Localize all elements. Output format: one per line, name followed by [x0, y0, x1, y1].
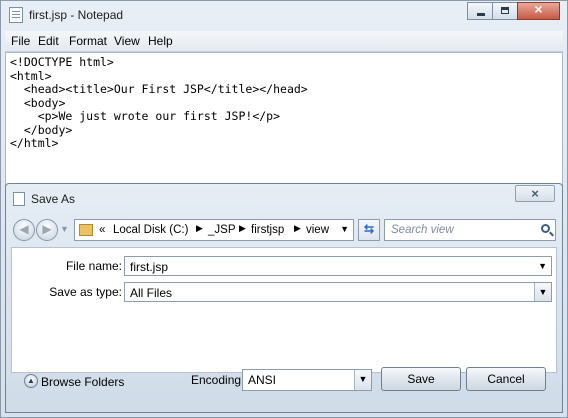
dialog-file-icon [13, 192, 25, 206]
chevron-down-icon[interactable]: ▼ [340, 224, 349, 234]
browse-folders-toggle[interactable]: ▲ [24, 374, 38, 388]
menu-edit[interactable]: Edit [38, 34, 59, 48]
caption-buttons: × [467, 1, 560, 20]
maximize-icon[interactable] [492, 2, 518, 20]
save-as-type-dropdown-button[interactable]: ▼ [534, 283, 551, 301]
menu-help[interactable]: Help [148, 34, 173, 48]
notepad-title: first.jsp - Notepad [29, 8, 124, 22]
save-as-dialog: Save As × ◀ ▶ ▼ « Local Disk (C:) ▶ _JSP… [5, 183, 563, 413]
minimize-icon[interactable] [467, 2, 493, 20]
close-icon: × [531, 186, 539, 201]
forward-arrow-icon: ▶ [42, 222, 52, 236]
search-icon[interactable] [541, 224, 550, 233]
refresh-button[interactable]: ⇆ [358, 219, 380, 241]
menu-view[interactable]: View [114, 34, 140, 48]
folder-icon [79, 224, 93, 236]
dialog-title: Save As [31, 192, 76, 206]
editor-line: <!DOCTYPE html> [10, 55, 114, 69]
back-button[interactable]: ◀ [13, 219, 35, 241]
forward-button[interactable]: ▶ [36, 219, 58, 241]
editor-line: <body> [10, 96, 66, 110]
crumb-local-disk[interactable]: Local Disk (C:) [113, 224, 188, 236]
encoding-value: ANSI [248, 373, 277, 387]
file-name-value: first.jsp [130, 260, 169, 274]
encoding-dropdown-button[interactable]: ▼ [354, 370, 371, 390]
recent-pages-dropdown-icon[interactable]: ▼ [60, 224, 69, 234]
search-box[interactable]: Search view [384, 219, 556, 241]
menu-format[interactable]: Format [69, 34, 107, 48]
save-button[interactable]: Save [381, 367, 461, 391]
refresh-icon: ⇆ [363, 222, 375, 236]
close-button[interactable]: × [517, 1, 560, 20]
chevron-right-icon[interactable]: ▶ [239, 223, 246, 234]
crumb-view[interactable]: view [306, 224, 329, 236]
back-arrow-icon: ◀ [19, 222, 29, 236]
editor-line: <html> [10, 69, 52, 83]
save-as-type-select[interactable]: All Files ▼ [124, 282, 552, 302]
notepad-icon [9, 7, 23, 23]
notepad-titlebar[interactable]: first.jsp - Notepad × [1, 1, 567, 31]
text-editor[interactable]: <!DOCTYPE html> <html> <head><title>Our … [5, 52, 563, 192]
chevron-right-icon[interactable]: ▶ [196, 223, 203, 234]
save-as-type-value: All Files [130, 286, 173, 300]
chevron-down-icon[interactable]: ▼ [538, 261, 547, 271]
chevron-right-icon[interactable]: ▶ [294, 223, 301, 234]
save-as-type-label: Save as type: [49, 285, 122, 299]
encoding-select[interactable]: ANSI ▼ [242, 369, 372, 391]
browse-folders-label[interactable]: Browse Folders [41, 375, 124, 389]
editor-line: </body> [10, 123, 73, 137]
chevron-up-icon: ▲ [27, 376, 35, 385]
editor-line: </html> [10, 136, 59, 150]
encoding-label: Encoding: [191, 373, 245, 387]
menu-file[interactable]: File [11, 34, 30, 48]
close-icon: × [534, 1, 543, 17]
search-input[interactable]: Search view [391, 224, 454, 236]
chevron-down-icon: ▼ [358, 374, 368, 384]
file-name-field[interactable]: first.jsp ▼ [124, 256, 552, 276]
file-name-label: File name: [65, 259, 122, 273]
form-area: File name: first.jsp ▼ Save as type: All… [11, 247, 557, 373]
cancel-button[interactable]: Cancel [466, 367, 546, 391]
address-bar[interactable]: « Local Disk (C:) ▶ _JSP ▶ firstjsp ▶ vi… [74, 219, 354, 241]
menu-bar: File Edit Format View Help [5, 31, 563, 52]
dialog-close-button[interactable]: × [515, 185, 555, 202]
editor-line: <head><title>Our First JSP</title></head… [10, 82, 308, 96]
crumb-jsp[interactable]: _JSP [208, 224, 236, 236]
address-overflow-icon[interactable]: « [99, 224, 105, 236]
chevron-down-icon: ▼ [538, 287, 548, 297]
editor-line: <p>We just wrote our first JSP!</p> [10, 109, 281, 123]
crumb-firstjsp[interactable]: firstjsp [251, 224, 284, 236]
